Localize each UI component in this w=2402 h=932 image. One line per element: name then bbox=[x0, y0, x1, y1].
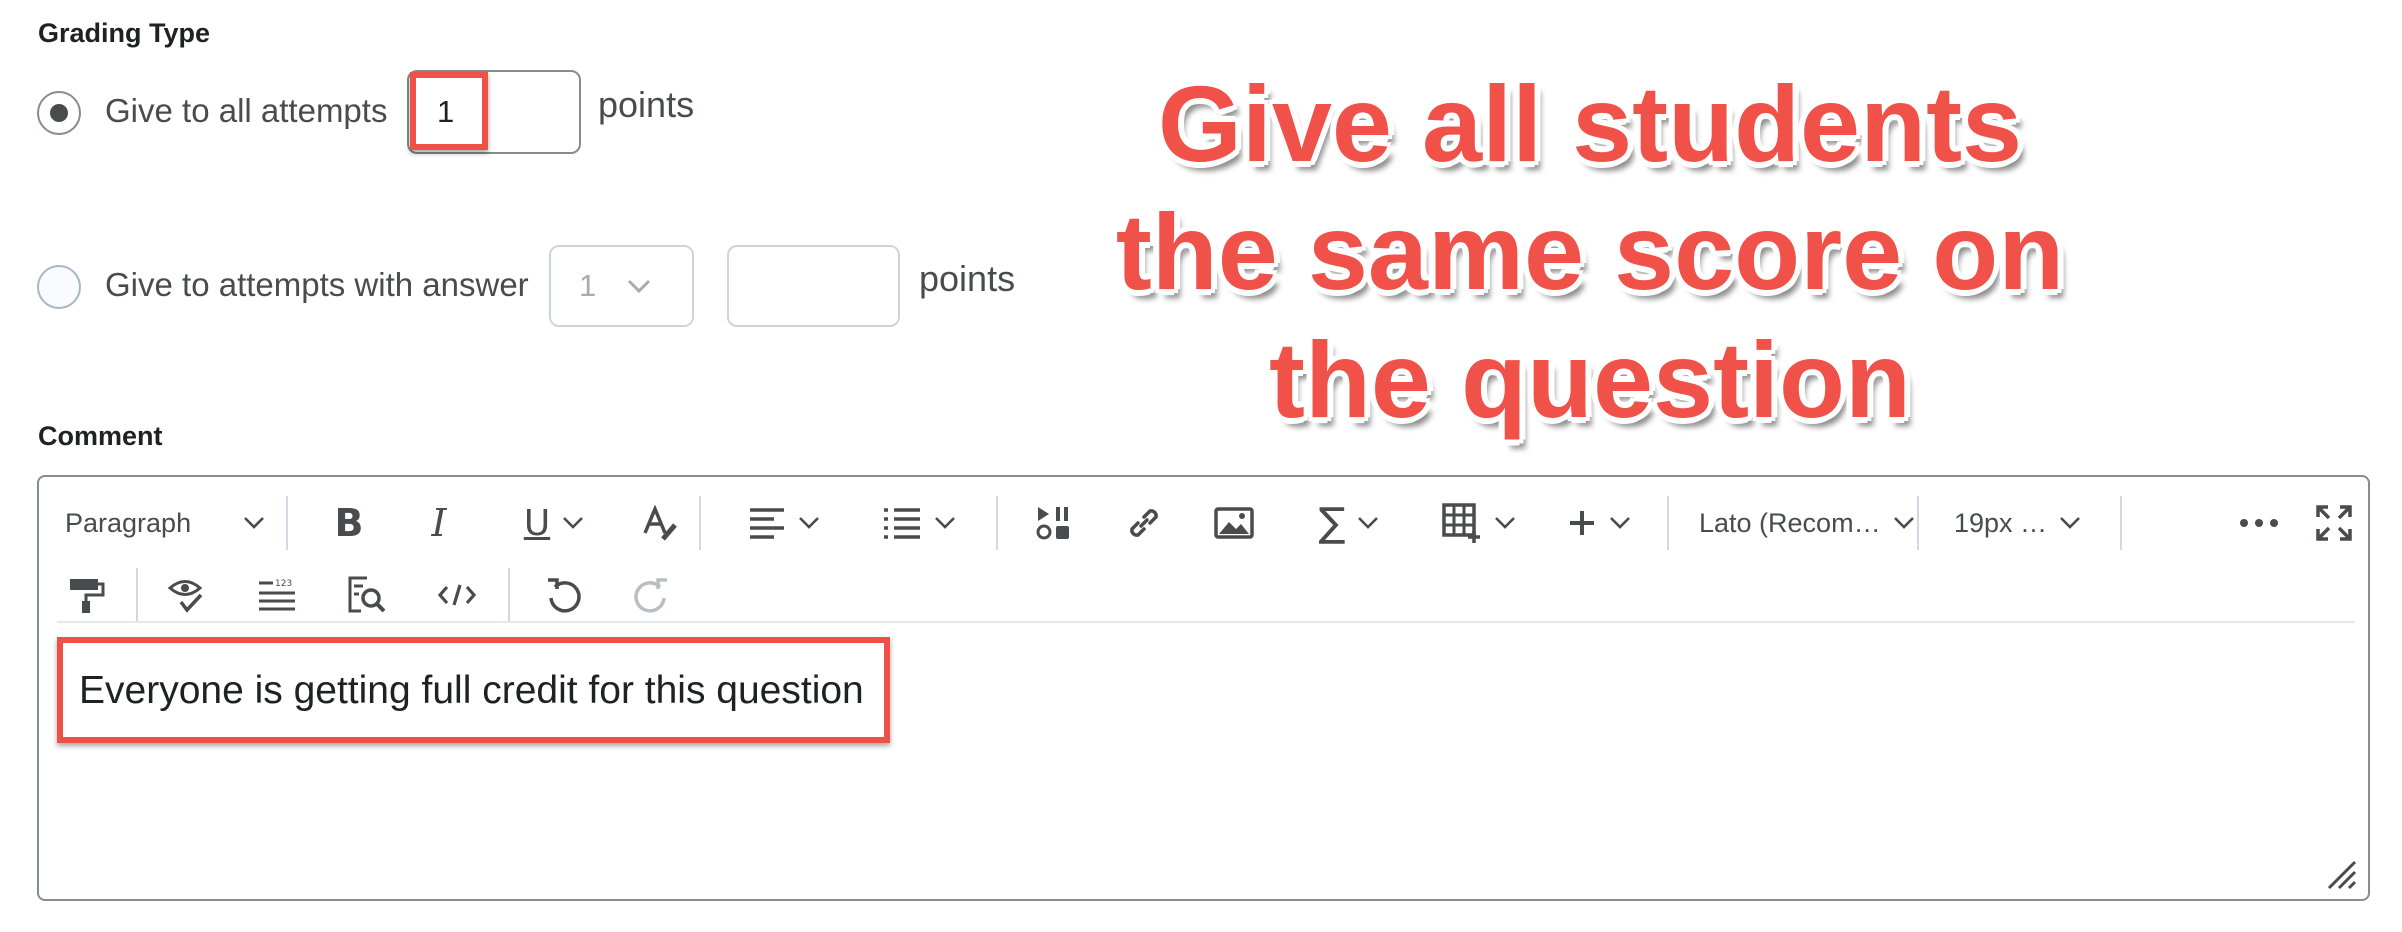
radio-selected-dot bbox=[50, 104, 68, 122]
toolbar-separator bbox=[699, 496, 701, 550]
font-family-value: Lato (Recom… bbox=[1699, 507, 1881, 538]
list-icon bbox=[884, 508, 920, 539]
give-to-attempts-with-answer-label: Give to attempts with answer bbox=[105, 266, 529, 303]
fullscreen-icon bbox=[2316, 505, 2352, 541]
undo-button[interactable] bbox=[534, 567, 594, 623]
answer-select[interactable]: 1 bbox=[549, 245, 694, 327]
link-icon bbox=[1130, 509, 1158, 537]
more-actions-button[interactable] bbox=[2229, 495, 2289, 551]
radio-give-to-all-attempts[interactable] bbox=[37, 91, 81, 135]
chevron-down-icon bbox=[799, 517, 819, 529]
chevron-down-icon bbox=[1495, 517, 1515, 529]
source-code-button[interactable] bbox=[427, 567, 487, 623]
undo-icon bbox=[548, 578, 581, 613]
underline-button[interactable]: U bbox=[499, 495, 609, 551]
chevron-down-icon bbox=[628, 279, 651, 294]
align-button[interactable] bbox=[729, 495, 839, 551]
find-replace-button[interactable] bbox=[337, 567, 397, 623]
annotation-line-3: the question bbox=[1269, 319, 1911, 440]
comment-editor[interactable]: Paragraph B I U ∑ Lato (Recom… 19px … 12… bbox=[37, 475, 2370, 901]
insert-button[interactable] bbox=[1544, 495, 1654, 551]
fullscreen-button[interactable] bbox=[2309, 495, 2359, 551]
equation-icon: ∑ bbox=[1318, 500, 1346, 546]
toolbar-divider bbox=[57, 621, 2355, 623]
chevron-down-icon bbox=[1610, 517, 1630, 529]
toolbar-separator bbox=[1917, 496, 1919, 550]
comment-label: Comment bbox=[38, 421, 163, 451]
text-color-icon bbox=[643, 504, 677, 541]
chevron-down-icon bbox=[563, 517, 584, 529]
annotation-line-2: the same score on bbox=[1115, 191, 2065, 312]
image-icon bbox=[1214, 507, 1254, 539]
format-painter-icon bbox=[70, 579, 105, 613]
annotation-callout-text: Give all students the same score on the … bbox=[1060, 60, 2120, 444]
all-attempts-points-unit: points bbox=[598, 84, 695, 125]
font-family-select[interactable]: Lato (Recom… bbox=[1699, 495, 1915, 551]
insert-media-button[interactable] bbox=[1024, 495, 1084, 551]
chevron-down-icon bbox=[2060, 517, 2080, 529]
underline-icon: U bbox=[523, 502, 551, 544]
toolbar-separator bbox=[136, 568, 138, 622]
accessibility-check-button[interactable] bbox=[157, 567, 217, 623]
italic-icon: I bbox=[431, 501, 447, 545]
chevron-down-icon bbox=[1893, 517, 1914, 529]
insert-link-button[interactable] bbox=[1114, 495, 1174, 551]
comment-body-text[interactable]: Everyone is getting full credit for this… bbox=[79, 669, 864, 713]
table-button[interactable] bbox=[1419, 495, 1539, 551]
redo-button[interactable] bbox=[621, 567, 681, 623]
italic-button[interactable]: I bbox=[409, 495, 469, 551]
font-size-select[interactable]: 19px … bbox=[1954, 495, 2081, 551]
more-icon bbox=[2240, 519, 2278, 527]
equation-button[interactable]: ∑ bbox=[1294, 495, 1404, 551]
chevron-down-icon bbox=[1358, 517, 1379, 529]
align-left-icon bbox=[750, 508, 784, 539]
media-icon bbox=[1036, 507, 1069, 540]
toolbar-separator bbox=[996, 496, 998, 550]
accessibility-check-icon bbox=[167, 580, 203, 613]
radio-give-to-attempts-with-answer[interactable] bbox=[37, 265, 81, 309]
give-to-all-attempts-label: Give to all attempts bbox=[105, 92, 388, 129]
list-button[interactable] bbox=[859, 495, 979, 551]
answer-points-unit: points bbox=[919, 258, 1016, 299]
resize-handle-icon[interactable] bbox=[2325, 858, 2359, 892]
source-code-icon bbox=[437, 584, 477, 606]
toolbar-separator bbox=[286, 496, 288, 550]
redo-icon bbox=[634, 578, 667, 613]
annotation-line-1: Give all students bbox=[1157, 63, 2023, 184]
toolbar-separator bbox=[1667, 496, 1669, 550]
line-numbers-button[interactable]: 123 bbox=[247, 567, 307, 623]
bold-icon: B bbox=[334, 501, 364, 545]
grading-type-label: Grading Type bbox=[38, 18, 211, 48]
text-color-button[interactable] bbox=[629, 495, 689, 551]
chevron-down-icon bbox=[244, 517, 265, 529]
bold-button[interactable]: B bbox=[319, 495, 379, 551]
toolbar-separator bbox=[508, 568, 510, 622]
answer-select-value: 1 bbox=[579, 268, 597, 303]
block-format-select[interactable]: Paragraph bbox=[65, 495, 265, 551]
font-size-value: 19px … bbox=[1954, 507, 2048, 538]
line-numbers-icon: 123 bbox=[259, 579, 295, 611]
all-attempts-points-value: 1 bbox=[437, 94, 455, 129]
block-format-value: Paragraph bbox=[65, 507, 192, 538]
table-icon bbox=[1442, 503, 1480, 543]
format-painter-button[interactable] bbox=[57, 567, 117, 623]
answer-points-input[interactable] bbox=[727, 245, 900, 327]
plus-icon bbox=[1570, 511, 1594, 535]
toolbar-separator bbox=[2120, 496, 2122, 550]
find-replace-icon bbox=[348, 576, 386, 613]
insert-image-button[interactable] bbox=[1204, 495, 1264, 551]
svg-text:123: 123 bbox=[275, 579, 292, 589]
chevron-down-icon bbox=[935, 517, 955, 529]
